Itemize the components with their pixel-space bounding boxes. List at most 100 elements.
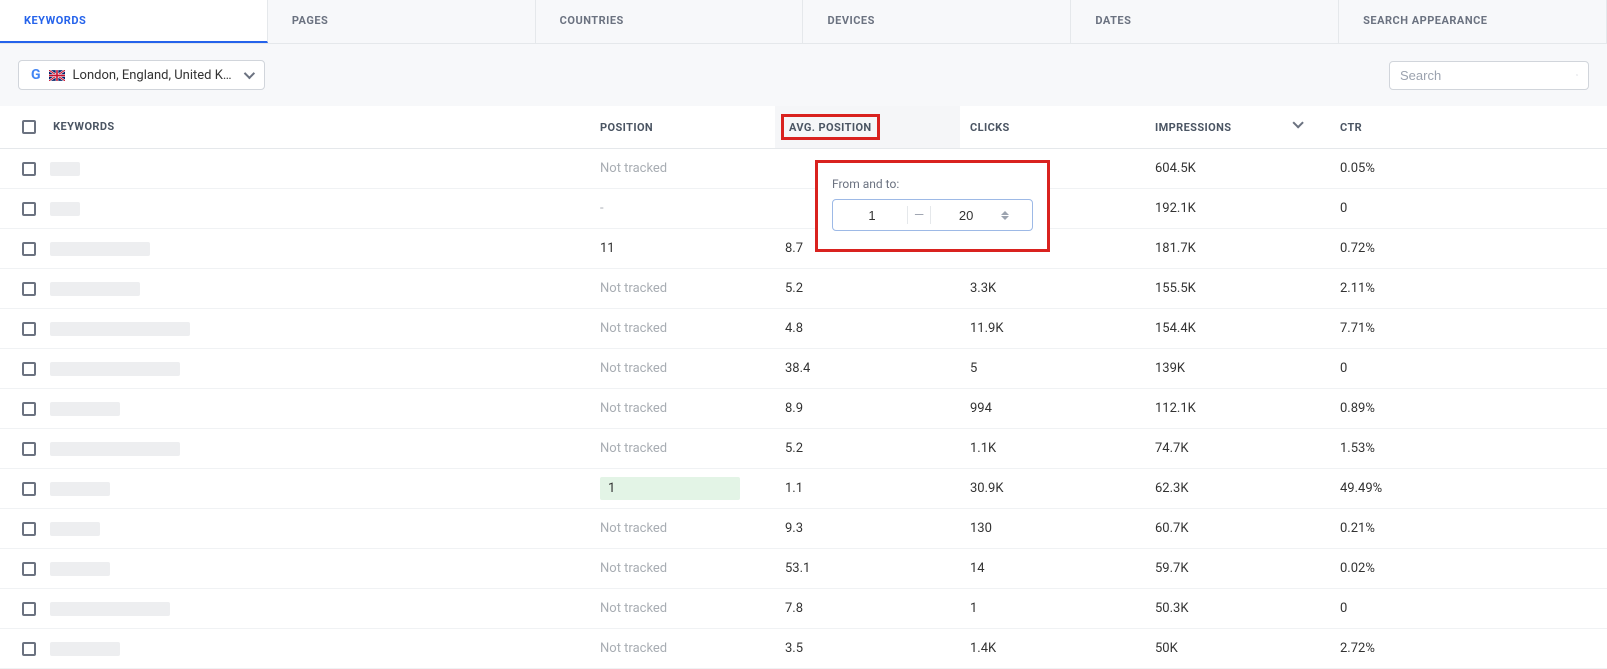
table-row[interactable]: 118.71.3K181.7K0.72%: [0, 229, 1607, 269]
avg-position-cell: 3.5: [775, 629, 960, 669]
row-checkbox[interactable]: [22, 442, 36, 456]
table-row[interactable]: Not tracked4.811.9K154.4K7.71%: [0, 309, 1607, 349]
position-cell: Not tracked: [590, 269, 775, 309]
table-row[interactable]: Not tracked3.51.4K50K2.72%: [0, 629, 1607, 669]
tab-pages[interactable]: PAGES: [268, 0, 536, 43]
range-input[interactable]: —: [832, 199, 1033, 231]
table-row[interactable]: Not tracked7.8150.3K0: [0, 589, 1607, 629]
impressions-cell: 62.3K: [1145, 469, 1330, 509]
keyword-cell[interactable]: [0, 269, 590, 309]
row-checkbox[interactable]: [22, 322, 36, 336]
keyword-text-blurred: [50, 362, 180, 376]
keyword-text-blurred: [50, 402, 120, 416]
range-to-input[interactable]: [931, 208, 1001, 223]
tab-devices[interactable]: DEVICES: [803, 0, 1071, 43]
position-cell: Not tracked: [590, 429, 775, 469]
position-cell: Not tracked: [590, 509, 775, 549]
table-row[interactable]: Not tracked38.45139K0: [0, 349, 1607, 389]
table-row[interactable]: Not tracked5.21.1K74.7K1.53%: [0, 429, 1607, 469]
row-checkbox[interactable]: [22, 602, 36, 616]
keyword-text-blurred: [50, 602, 170, 616]
keyword-cell[interactable]: [0, 389, 590, 429]
clicks-cell: 1: [960, 589, 1145, 629]
row-checkbox[interactable]: [22, 282, 36, 296]
ctr-cell: 0.72%: [1330, 229, 1607, 269]
col-impressions[interactable]: IMPRESSIONS: [1145, 106, 1330, 149]
col-keywords[interactable]: KEYWORDS: [0, 106, 590, 149]
row-checkbox[interactable]: [22, 162, 36, 176]
impressions-cell: 112.1K: [1145, 389, 1330, 429]
stepper-down-icon[interactable]: [1001, 216, 1009, 220]
keyword-cell[interactable]: [0, 549, 590, 589]
ctr-cell: 0.02%: [1330, 549, 1607, 589]
row-checkbox[interactable]: [22, 642, 36, 656]
table-row[interactable]: -192.1K0: [0, 189, 1607, 229]
location-label: London, England, United K…: [73, 68, 232, 83]
range-stepper[interactable]: [1001, 211, 1017, 220]
impressions-cell: 74.7K: [1145, 429, 1330, 469]
position-cell: Not tracked: [590, 589, 775, 629]
tab-countries[interactable]: COUNTRIES: [536, 0, 804, 43]
col-clicks-label: CLICKS: [970, 121, 1010, 134]
ctr-cell: 0.05%: [1330, 149, 1607, 189]
keyword-text-blurred: [50, 242, 150, 256]
impressions-cell: 155.5K: [1145, 269, 1330, 309]
table-row[interactable]: Not tracked8.9994112.1K0.89%: [0, 389, 1607, 429]
row-checkbox[interactable]: [22, 522, 36, 536]
impressions-cell: 181.7K: [1145, 229, 1330, 269]
table-row[interactable]: Not tracked53.11459.7K0.02%: [0, 549, 1607, 589]
avg-position-cell: 38.4: [775, 349, 960, 389]
search-box[interactable]: [1389, 61, 1589, 90]
avg-position-cell: 5.2: [775, 429, 960, 469]
col-clicks[interactable]: CLICKS: [960, 106, 1145, 149]
row-checkbox[interactable]: [22, 482, 36, 496]
avg-position-cell: 1.1: [775, 469, 960, 509]
row-checkbox[interactable]: [22, 202, 36, 216]
tab-dates[interactable]: DATES: [1071, 0, 1339, 43]
keyword-cell[interactable]: [0, 589, 590, 629]
keyword-cell[interactable]: [0, 509, 590, 549]
clicks-cell: 11.9K: [960, 309, 1145, 349]
table-row[interactable]: Not tracked9.313060.7K0.21%: [0, 509, 1607, 549]
col-position-label: POSITION: [600, 121, 653, 134]
col-ctr[interactable]: CTR: [1330, 106, 1607, 149]
tab-keywords[interactable]: KEYWORDS: [0, 0, 268, 43]
keyword-cell[interactable]: [0, 429, 590, 469]
ctr-cell: 7.71%: [1330, 309, 1607, 349]
tab-search-appearance[interactable]: SEARCH APPEARANCE: [1339, 0, 1607, 43]
row-checkbox[interactable]: [22, 562, 36, 576]
select-all-checkbox[interactable]: [22, 120, 36, 134]
position-cell: Not tracked: [590, 389, 775, 429]
table-row[interactable]: Not tracked604.5K0.05%: [0, 149, 1607, 189]
avg-position-filter-popover[interactable]: From and to: —: [815, 160, 1050, 252]
col-position[interactable]: POSITION: [590, 106, 775, 149]
keyword-cell[interactable]: [0, 229, 590, 269]
keyword-text-blurred: [50, 642, 120, 656]
ctr-cell: 0.89%: [1330, 389, 1607, 429]
search-input[interactable]: [1400, 68, 1576, 83]
position-cell: -: [590, 189, 775, 229]
clicks-cell: 994: [960, 389, 1145, 429]
chevron-down-icon: [243, 68, 254, 79]
col-avg-position-label: AVG. POSITION: [789, 121, 872, 134]
range-from-input[interactable]: [837, 208, 907, 223]
keyword-cell[interactable]: [0, 349, 590, 389]
keyword-cell[interactable]: [0, 309, 590, 349]
row-checkbox[interactable]: [22, 362, 36, 376]
position-cell: Not tracked: [590, 349, 775, 389]
keyword-cell[interactable]: [0, 149, 590, 189]
position-cell: Not tracked: [590, 309, 775, 349]
keyword-cell[interactable]: [0, 189, 590, 229]
location-dropdown[interactable]: G London, England, United K…: [18, 60, 265, 90]
table-row[interactable]: Not tracked5.23.3K155.5K2.11%: [0, 269, 1607, 309]
col-impressions-label: IMPRESSIONS: [1155, 121, 1231, 134]
stepper-up-icon[interactable]: [1001, 211, 1009, 215]
keyword-cell[interactable]: [0, 469, 590, 509]
keyword-cell[interactable]: [0, 629, 590, 669]
impressions-cell: 154.4K: [1145, 309, 1330, 349]
keyword-text-blurred: [50, 202, 80, 216]
table-row[interactable]: 11.130.9K62.3K49.49%: [0, 469, 1607, 509]
row-checkbox[interactable]: [22, 242, 36, 256]
row-checkbox[interactable]: [22, 402, 36, 416]
col-avg-position[interactable]: AVG. POSITION: [775, 106, 960, 149]
